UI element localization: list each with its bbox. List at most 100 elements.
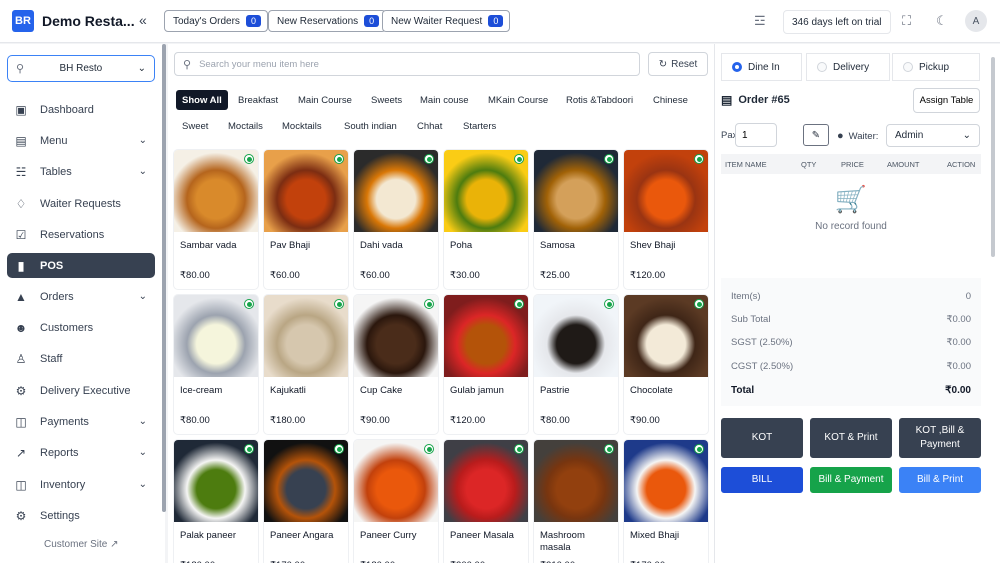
mode-pickup-label: Pickup — [919, 61, 950, 73]
kot-print-button[interactable]: KOT & Print — [810, 418, 892, 458]
todays-orders-button[interactable]: Today's Orders 0 — [164, 10, 268, 32]
menu-item-image — [264, 150, 348, 232]
category-tab[interactable]: South indian — [338, 116, 403, 136]
menu-item-image — [264, 440, 348, 522]
edit-icon[interactable]: ✎ — [803, 124, 829, 146]
menu-item-card[interactable]: Cup Cake ₹90.00 — [354, 295, 438, 434]
waiter-select[interactable]: Admin ⌄ — [886, 124, 980, 147]
sidebar-item-settings[interactable]: ⚙ Settings — [7, 503, 155, 528]
pax-input[interactable] — [735, 123, 777, 147]
menu-item-card[interactable]: Poha ₹30.00 — [444, 150, 528, 289]
sidebar-item-reports[interactable]: ↗ Reports ⌄ — [7, 440, 155, 465]
new-reservations-button[interactable]: New Reservations 0 — [268, 10, 387, 32]
kot-button[interactable]: KOT — [721, 418, 803, 458]
mode-delivery[interactable]: Delivery — [806, 53, 890, 81]
bill-button[interactable]: BILL — [721, 467, 803, 493]
bill-print-button[interactable]: Bill & Print — [899, 467, 981, 493]
menu-item-card[interactable]: Pastrie ₹80.00 — [534, 295, 618, 434]
sidebar-item-orders[interactable]: ▲ Orders ⌄ — [7, 284, 155, 309]
sidebar-item-tables[interactable]: ☵ Tables ⌄ — [7, 159, 155, 184]
customer-site-link[interactable]: Customer Site ↗ — [44, 539, 119, 550]
sidebar-item-waiter-requests[interactable]: ♢ Waiter Requests — [7, 191, 155, 216]
category-tab[interactable]: Sweets — [365, 90, 408, 110]
menu-item-card[interactable]: Samosa ₹25.00 — [534, 150, 618, 289]
category-tab[interactable]: Show All — [176, 90, 228, 110]
collapse-sidebar-icon[interactable]: « — [139, 12, 147, 28]
menu-item-name: Ice-cream — [180, 385, 223, 396]
menu-item-card[interactable]: Chocolate ₹90.00 — [624, 295, 708, 434]
branch-select[interactable]: ⚲ BH Resto ⌄ — [7, 55, 155, 82]
menu-item-card[interactable]: Kajukatli ₹180.00 — [264, 295, 348, 434]
mode-dine-in[interactable]: Dine In — [721, 53, 802, 81]
category-tab[interactable]: Rotis &Tabdoori — [560, 90, 639, 110]
mode-dine-in-label: Dine In — [748, 61, 780, 73]
menu-item-card[interactable]: Mashroom masala₹210.00 — [534, 440, 618, 563]
category-tab[interactable]: Starters — [457, 116, 502, 136]
delivery-icon: ⚙ — [15, 383, 27, 398]
fullscreen-icon[interactable]: ⛶ — [902, 13, 911, 29]
category-tab[interactable]: Breakfast — [232, 90, 284, 110]
new-waiter-request-count: 0 — [488, 15, 504, 27]
veg-indicator-icon — [604, 154, 614, 164]
dashboard-icon: ▣ — [15, 102, 27, 117]
radio-dine-in[interactable] — [732, 62, 742, 72]
search-input[interactable] — [199, 58, 631, 70]
category-tab[interactable]: Sweet — [176, 116, 214, 136]
category-tab[interactable]: Main couse — [414, 90, 475, 110]
waiter-icon[interactable]: ☲ — [754, 13, 766, 29]
veg-indicator-icon — [514, 299, 524, 309]
sidebar-item-label: Settings — [40, 509, 80, 522]
category-tab[interactable]: Main Course — [292, 90, 358, 110]
category-tab[interactable]: MKain Course — [482, 90, 554, 110]
category-tab[interactable]: Mocktails — [276, 116, 328, 136]
menu-item-image — [444, 150, 528, 232]
reset-button[interactable]: ↻ Reset — [648, 52, 708, 76]
mode-pickup[interactable]: Pickup — [892, 53, 980, 81]
sidebar-item-staff[interactable]: ♙ Staff — [7, 346, 155, 371]
menu-item-image — [624, 150, 708, 232]
menu-item-price: ₹90.00 — [630, 415, 660, 426]
category-tab[interactable]: Chhat — [411, 116, 448, 136]
summary-cgst: CGST (2.50%) ₹0.00 — [731, 361, 971, 372]
assign-table-button[interactable]: Assign Table — [913, 88, 980, 113]
orders-icon: ▲ — [15, 289, 27, 304]
category-tab[interactable]: Moctails — [222, 116, 269, 136]
menu-item-card[interactable]: Ice-cream ₹80.00 — [174, 295, 258, 434]
top-bar: BR Demo Resta... « Today's Orders 0 New … — [0, 0, 1000, 43]
trial-badge[interactable]: 346 days left on trial — [783, 10, 891, 34]
menu-item-card[interactable]: Sambar vada ₹80.00 — [174, 150, 258, 289]
menu-item-card[interactable]: Paneer Angara₹170.00 — [264, 440, 348, 563]
menu-item-card[interactable]: Mixed Bhaji₹170.00 — [624, 440, 708, 563]
menu-item-card[interactable]: Shev Bhaji ₹120.00 — [624, 150, 708, 289]
dark-mode-icon[interactable]: ☾ — [936, 13, 948, 29]
sidebar-item-menu[interactable]: ▤ Menu ⌄ — [7, 128, 155, 153]
sidebar-item-dashboard[interactable]: ▣ Dashboard — [7, 97, 155, 122]
menu-item-card[interactable]: Dahi vada ₹60.00 — [354, 150, 438, 289]
menu-item-card[interactable]: Paneer Curry₹180.00 — [354, 440, 438, 563]
sidebar-item-delivery-executive[interactable]: ⚙ Delivery Executive — [7, 378, 155, 403]
menu-item-card[interactable]: Paneer Masala₹200.00 — [444, 440, 528, 563]
category-tab[interactable]: Chinese — [647, 90, 694, 110]
bill-payment-button[interactable]: Bill & Payment — [810, 467, 892, 493]
veg-indicator-icon — [694, 299, 704, 309]
sidebar-item-customers[interactable]: ☻ Customers — [7, 315, 155, 340]
search-box[interactable]: ⚲ — [174, 52, 640, 76]
menu-item-card[interactable]: Palak paneer₹180.00 — [174, 440, 258, 563]
sidebar-scrollbar[interactable] — [162, 44, 166, 512]
menu-item-name: Shev Bhaji — [630, 240, 676, 251]
avatar[interactable]: A — [965, 10, 987, 32]
new-waiter-request-button[interactable]: New Waiter Request 0 — [382, 10, 511, 32]
kot-bill-payment-button[interactable]: KOT ,Bill & Payment — [899, 418, 981, 458]
sidebar-item-reservations[interactable]: ☑ Reservations — [7, 222, 155, 247]
sidebar-item-inventory[interactable]: ◫ Inventory ⌄ — [7, 472, 155, 497]
staff-icon: ♙ — [15, 351, 27, 366]
cart-icon: 🛒 — [834, 184, 868, 214]
menu-item-card[interactable]: Gulab jamun ₹120.00 — [444, 295, 528, 434]
radio-pickup[interactable] — [903, 62, 913, 72]
order-panel-scrollbar[interactable] — [991, 57, 995, 257]
menu-item-card[interactable]: Pav Bhaji ₹60.00 — [264, 150, 348, 289]
sidebar-item-payments[interactable]: ◫ Payments ⌄ — [7, 409, 155, 434]
radio-delivery[interactable] — [817, 62, 827, 72]
menu-item-price: ₹120.00 — [630, 270, 666, 281]
sidebar-item-pos[interactable]: ▮ POS — [7, 253, 155, 278]
